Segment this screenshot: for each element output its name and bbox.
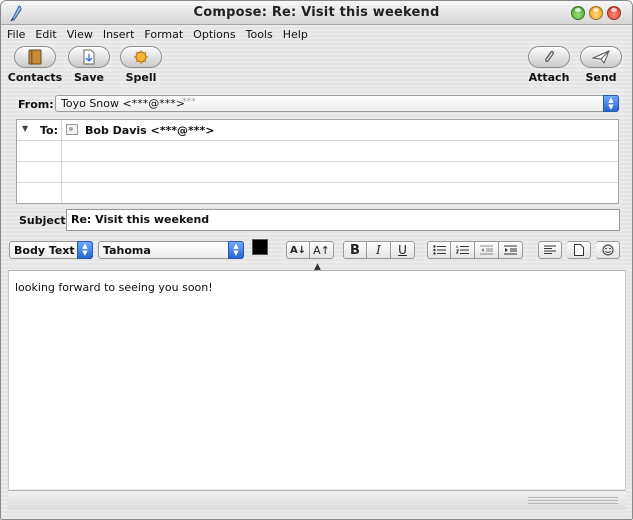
formatting-toolbar: Body Text ▲ ▼ Tahoma ▲ ▼ A↓ A↑ B I U <box>1 237 632 265</box>
menu-bar: File Edit View Insert Format Options Too… <box>7 28 308 44</box>
spell-label: Spell <box>125 71 157 84</box>
contacts-label: Contacts <box>7 71 63 84</box>
window-title: Compose: Re: Visit this weekend <box>193 5 440 20</box>
insert-page-button[interactable] <box>567 241 591 259</box>
compose-window: Compose: Re: Visit this weekend File Edi… <box>0 0 633 520</box>
from-label: From: <box>18 98 54 111</box>
from-extra: - *** <box>176 97 196 107</box>
menu-format[interactable]: Format <box>144 28 183 44</box>
menu-view[interactable]: View <box>67 28 93 44</box>
recipient-row-empty[interactable] <box>17 183 618 204</box>
from-account-select[interactable]: Toyo Snow <***@***> - *** ▲ ▼ <box>55 95 619 112</box>
recipient-row-empty[interactable] <box>17 162 618 183</box>
font-select-arrows-icon: ▲ ▼ <box>228 241 244 259</box>
attach-button[interactable]: Attach <box>519 46 579 84</box>
resize-grip-icon[interactable] <box>528 496 618 505</box>
close-button[interactable] <box>607 6 621 20</box>
attach-pill <box>528 46 570 68</box>
message-body-text: looking forward to seeing you soon! <box>15 281 213 294</box>
recipient-column-divider <box>61 120 62 203</box>
save-document-icon <box>83 49 95 65</box>
decrease-font-size-button[interactable]: A↓ <box>286 241 310 259</box>
smiley-icon <box>602 244 613 256</box>
menu-tools[interactable]: Tools <box>246 28 273 44</box>
message-body-editor[interactable]: looking forward to seeing you soon! <box>8 270 626 489</box>
style-select-arrows-icon: ▲ ▼ <box>77 241 93 259</box>
bold-button[interactable]: B <box>343 241 367 259</box>
numbered-list-button[interactable] <box>451 241 475 259</box>
menu-file[interactable]: File <box>7 28 25 44</box>
font-size-group: A↓ A↑ <box>286 241 334 259</box>
spell-button[interactable]: Spell <box>111 46 171 84</box>
paragraph-style-select[interactable]: Body Text ▲ ▼ <box>9 241 93 259</box>
insert-smiley-button[interactable] <box>596 241 620 259</box>
text-color-swatch[interactable] <box>252 239 268 255</box>
font-family-select[interactable]: Tahoma ▲ ▼ <box>98 241 244 259</box>
disclosure-triangle-icon[interactable]: ▼ <box>22 124 28 133</box>
menu-edit[interactable]: Edit <box>35 28 56 44</box>
paperclip-icon <box>545 51 554 62</box>
subject-input[interactable]: Re: Visit this weekend <box>66 209 620 231</box>
from-select-arrows-icon: ▲ ▼ <box>603 95 619 112</box>
save-label: Save <box>74 71 104 84</box>
italic-button[interactable]: I <box>367 241 391 259</box>
send-button[interactable]: Send <box>571 46 631 84</box>
contacts-pill <box>14 46 56 68</box>
address-book-icon <box>28 49 42 65</box>
spell-pill <box>120 46 162 68</box>
title-bar[interactable]: Compose: Re: Visit this weekend <box>1 1 632 25</box>
status-bar <box>8 490 626 510</box>
bulleted-list-icon <box>432 245 446 255</box>
save-pill <box>68 46 110 68</box>
paragraph-style-value: Body Text <box>14 244 75 257</box>
attach-label: Attach <box>528 71 570 84</box>
minimize-button[interactable] <box>589 6 603 20</box>
align-left-icon <box>544 245 556 254</box>
numbered-list-icon <box>456 245 469 254</box>
contacts-button[interactable]: Contacts <box>5 46 65 84</box>
menu-insert[interactable]: Insert <box>103 28 135 44</box>
align-left-button[interactable] <box>538 241 562 259</box>
indent-button[interactable] <box>499 241 523 259</box>
recipient-row-empty[interactable] <box>17 141 618 162</box>
outdent-icon <box>480 245 493 255</box>
contact-card-icon <box>66 124 78 135</box>
increase-font-size-button[interactable]: A↑ <box>310 241 334 259</box>
indent-icon <box>504 245 517 255</box>
underline-button[interactable]: U <box>391 241 415 259</box>
from-value: Toyo Snow <***@***> <box>61 97 185 110</box>
menu-options[interactable]: Options <box>193 28 235 44</box>
list-indent-group <box>427 241 523 259</box>
document-icon <box>573 244 584 256</box>
zoom-button[interactable] <box>571 6 585 20</box>
send-pill <box>580 46 622 68</box>
font-family-value: Tahoma <box>103 244 151 257</box>
outdent-button[interactable] <box>475 241 499 259</box>
text-style-group: B I U <box>343 241 415 259</box>
spell-check-icon <box>134 50 148 64</box>
to-address[interactable]: Bob Davis <***@***> <box>85 124 214 137</box>
to-label: To: <box>40 124 58 137</box>
subject-label: Subject: <box>19 214 71 227</box>
recipients-list[interactable]: ▼ To: Bob Davis <***@***> <box>16 119 619 204</box>
bulleted-list-button[interactable] <box>427 241 451 259</box>
menu-help[interactable]: Help <box>283 28 308 44</box>
recipient-row[interactable]: ▼ To: Bob Davis <***@***> <box>17 120 618 141</box>
paper-plane-icon <box>592 50 610 64</box>
save-button[interactable]: Save <box>59 46 119 84</box>
send-label: Send <box>585 71 617 84</box>
